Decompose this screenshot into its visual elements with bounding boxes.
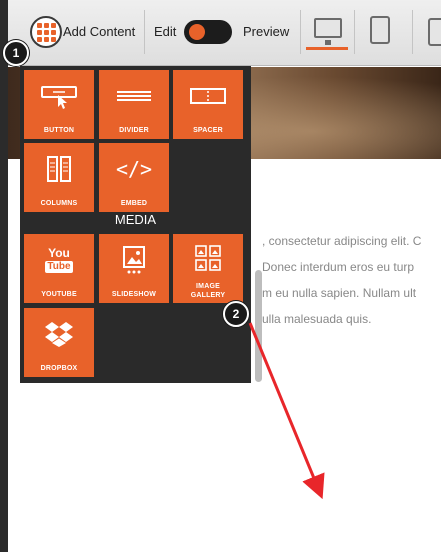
callout-badge-1: 1	[3, 40, 29, 66]
annotation-arrow-icon	[248, 322, 325, 500]
callout-badge-2: 2	[223, 301, 249, 327]
